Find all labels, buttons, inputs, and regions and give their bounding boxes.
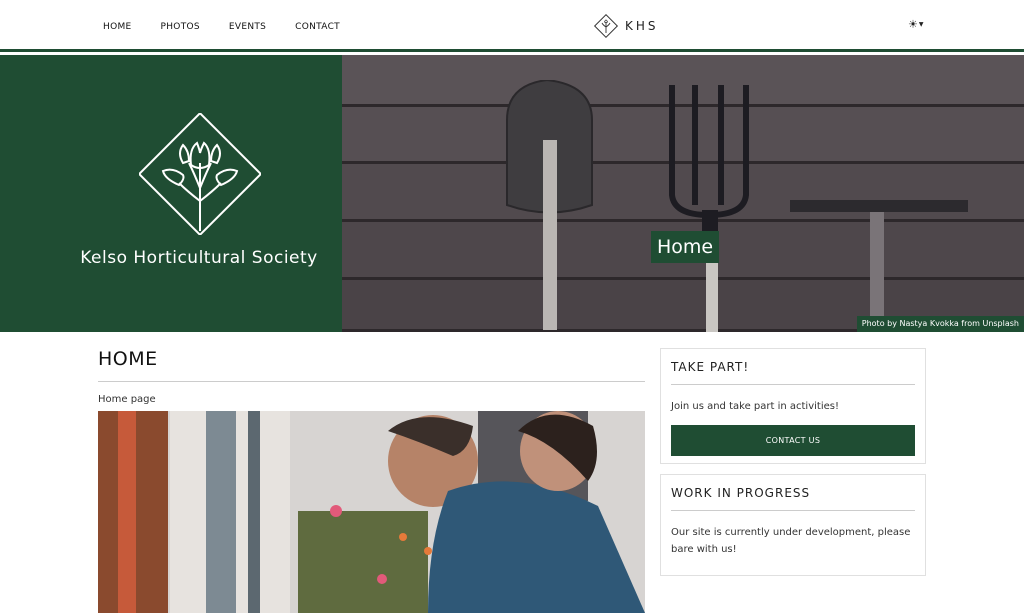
work-in-progress-card: WORK IN PROGRESS Our site is currently u… bbox=[660, 474, 926, 576]
hero-photo bbox=[342, 55, 1024, 332]
take-part-text: Join us and take part in activities! bbox=[671, 401, 839, 412]
gardening-photo-illustration bbox=[98, 411, 645, 613]
rake-illustration bbox=[790, 200, 968, 330]
hero-title-box: Home bbox=[651, 231, 720, 263]
shovel-illustration bbox=[506, 80, 593, 330]
theme-toggle[interactable]: ☀ ▼ bbox=[908, 18, 924, 31]
hero-title: Home bbox=[657, 236, 714, 258]
chevron-down-icon: ▼ bbox=[918, 21, 924, 28]
contact-us-button[interactable]: CONTACT US bbox=[671, 425, 915, 456]
wip-text: Our site is currently under development,… bbox=[671, 527, 911, 555]
brand-link[interactable]: KHS bbox=[593, 12, 659, 40]
nav-events-link[interactable]: EVENTS bbox=[229, 22, 266, 32]
page-title: HOME bbox=[98, 348, 645, 382]
take-part-card: TAKE PART! Join us and take part in acti… bbox=[660, 348, 926, 464]
brand-text: KHS bbox=[625, 19, 659, 33]
society-name: Kelso Horticultural Society bbox=[80, 248, 318, 268]
nav-links: HOME PHOTOS EVENTS CONTACT bbox=[103, 22, 369, 32]
sun-icon: ☀ bbox=[908, 18, 918, 31]
pitchfork-illustration bbox=[669, 85, 749, 332]
photo-credit[interactable]: Photo by Nastya Kvokka from Unsplash bbox=[856, 316, 1024, 332]
hero-banner: Kelso Horticultural Society Home bbox=[0, 55, 1024, 332]
nav-contact-link[interactable]: CONTACT bbox=[295, 22, 340, 32]
page-subtitle: Home page bbox=[98, 394, 156, 405]
hero-brand-panel: Kelso Horticultural Society bbox=[0, 55, 342, 332]
tulip-logo-icon bbox=[139, 113, 261, 235]
nav-photos-link[interactable]: PHOTOS bbox=[161, 22, 200, 32]
navbar: HOME PHOTOS EVENTS CONTACT KHS ☀ ▼ bbox=[0, 0, 1024, 52]
wip-title: WORK IN PROGRESS bbox=[671, 486, 915, 511]
take-part-title: TAKE PART! bbox=[671, 360, 915, 385]
main-content: HOME Home page bbox=[98, 348, 645, 613]
nav-home-link[interactable]: HOME bbox=[103, 22, 132, 32]
tulip-logo-icon bbox=[593, 13, 619, 39]
gardening-photo bbox=[98, 411, 645, 613]
